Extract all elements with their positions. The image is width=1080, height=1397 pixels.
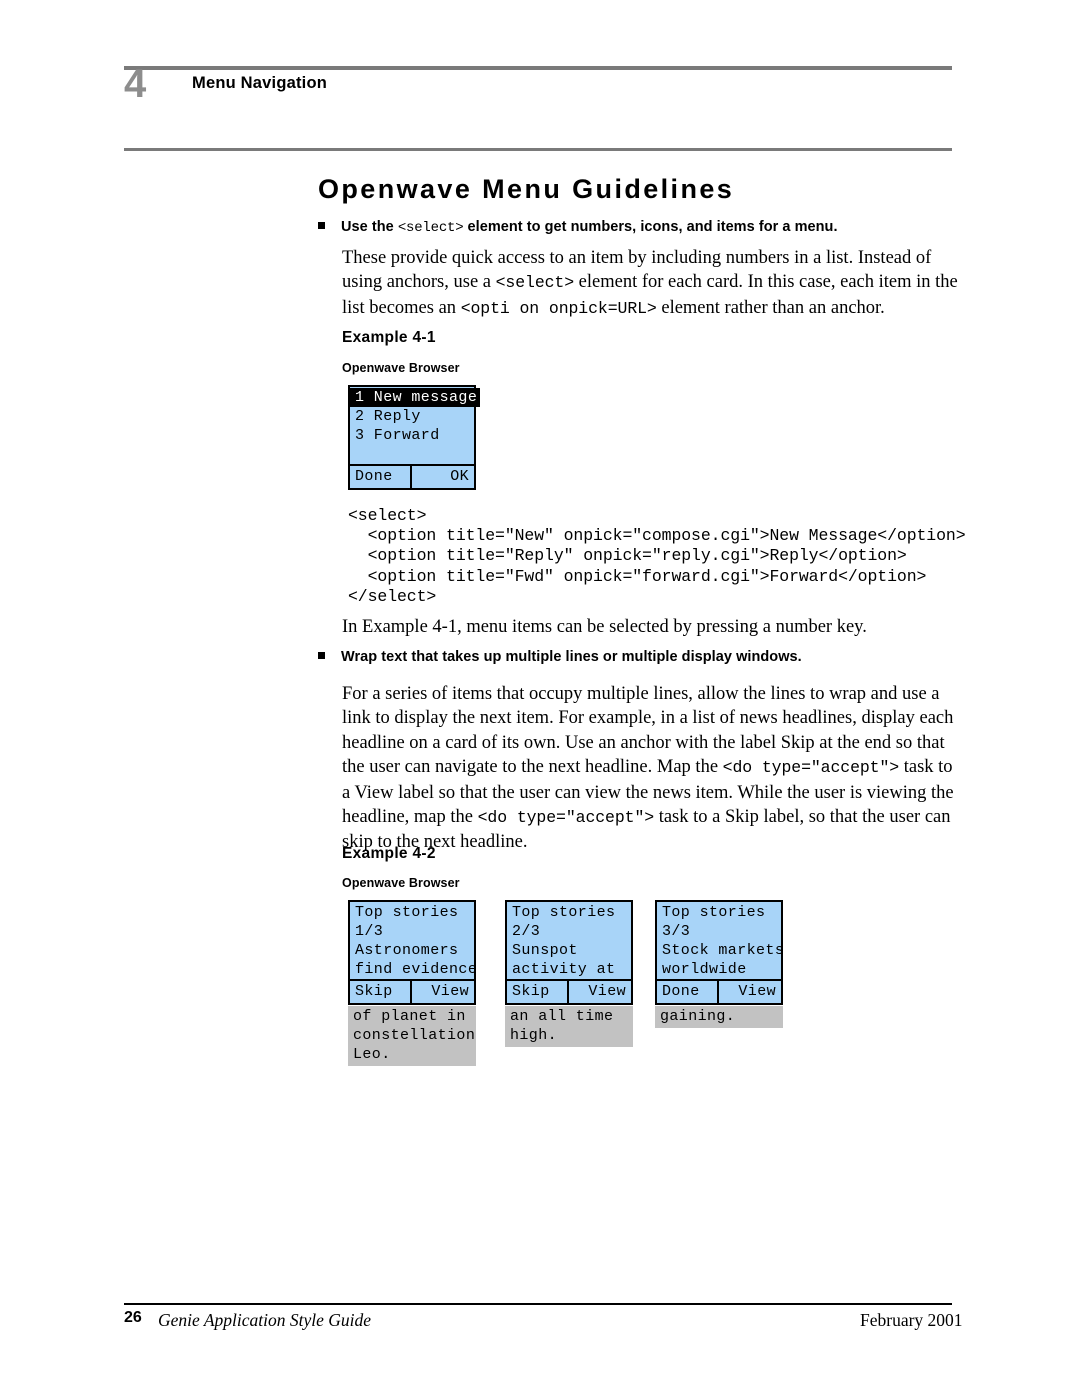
bullet-2-text: Wrap text that takes up multiple lines o… [341, 649, 802, 665]
phone-screen-body-2-2: Top stories 2/3 Sunspot activity at [507, 902, 631, 979]
continuation-box-2-3: gaining. [655, 1006, 783, 1028]
headline-line: 2/3 [512, 923, 541, 940]
chapter-number: 4 [124, 62, 147, 106]
bullet-1-code: <select> [397, 220, 464, 236]
example-4-1-caption: In Example 4-1, menu items can be select… [342, 617, 867, 637]
running-header: 4 Menu Navigation [124, 64, 952, 151]
headline-line: Stock markets [662, 942, 785, 959]
headline-line: Top stories [355, 904, 459, 921]
phone-line-row-1: 1 New message [350, 388, 481, 407]
menu-item-reply[interactable]: 2 Reply [350, 407, 474, 426]
softkey-done[interactable]: Done [350, 466, 412, 488]
document-page: 4 Menu Navigation Openwave Menu Guidelin… [0, 0, 1080, 1397]
continuation-line: constellation [353, 1027, 476, 1044]
paragraph-1-code-2: <opti on onpick=URL> [460, 298, 657, 318]
page-title: Openwave Menu Guidelines [318, 174, 735, 204]
footer-page-number: 26 [124, 1309, 142, 1326]
softkey-skip[interactable]: Skip [507, 981, 569, 1003]
bullet-square-icon [318, 222, 325, 229]
headline-line: find evidence [355, 961, 478, 978]
footer-date: February 2001 [860, 1310, 963, 1330]
headline-line: worldwide [662, 961, 747, 978]
phone-softkey-bar-2-1: Skip View [350, 979, 474, 1003]
continuation-line: Leo. [353, 1046, 391, 1063]
paragraph-1-code-1: <select> [495, 273, 575, 293]
bullet-1-text-after: element to get numbers, icons, and items… [463, 219, 838, 235]
bullet-item-1: Use the <select> element to get numbers,… [318, 219, 838, 236]
paragraph-2: For a series of items that occupy multip… [342, 682, 960, 855]
headline-line: Top stories [662, 904, 766, 921]
example-4-2-browser-label: Openwave Browser [342, 876, 460, 890]
continuation-line: high. [510, 1027, 558, 1044]
phone-screen-example-2-1: Top stories 1/3 Astronomers find evidenc… [348, 900, 478, 1005]
bullet-square-icon [318, 652, 325, 659]
phone-line-blank-1 [350, 445, 474, 464]
header-row: 4 Menu Navigation [124, 64, 952, 110]
paragraph-2-code-2: <do type="accept"> [477, 808, 655, 828]
example-4-2-label: Example 4-2 [342, 845, 436, 862]
phone-screen-body-2-3: Top stories 3/3 Stock markets worldwide [657, 902, 785, 979]
paragraph-1: These provide quick access to an item by… [342, 246, 958, 321]
softkey-ok[interactable]: OK [412, 466, 474, 488]
softkey-done[interactable]: Done [657, 981, 719, 1003]
softkey-view[interactable]: View [412, 981, 474, 1003]
bullet-1-text-before: Use the [341, 219, 398, 235]
phone-screen-body-2-1: Top stories 1/3 Astronomers find evidenc… [350, 902, 478, 979]
example-4-1-browser-label: Openwave Browser [342, 361, 460, 375]
phone-softkey-bar-2-3: Done View [657, 979, 781, 1003]
menu-item-forward[interactable]: 3 Forward [350, 426, 474, 445]
footer-rule [124, 1303, 952, 1305]
headline-line: Top stories [512, 904, 616, 921]
phone-softkey-bar-2-2: Skip View [507, 979, 631, 1003]
continuation-box-2-2: an all time high. [505, 1006, 633, 1047]
continuation-line: of planet in [353, 1008, 466, 1025]
softkey-view[interactable]: View [719, 981, 781, 1003]
softkey-skip[interactable]: Skip [350, 981, 412, 1003]
code-block-example-1: <select> <option title="New" onpick="com… [348, 506, 966, 606]
example-4-1-label: Example 4-1 [342, 329, 436, 346]
paragraph-2-code-1: <do type="accept"> [722, 758, 900, 778]
paragraph-1-part-3: element rather than an anchor. [656, 297, 885, 318]
softkey-view[interactable]: View [569, 981, 631, 1003]
phone-screen-example-2-3: Top stories 3/3 Stock markets worldwide … [655, 900, 785, 1005]
headline-line: 3/3 [662, 923, 691, 940]
bullet-item-2: Wrap text that takes up multiple lines o… [318, 649, 802, 665]
headline-line: Sunspot [512, 942, 578, 959]
headline-line: activity at [512, 961, 616, 978]
headline-line: 1/3 [355, 923, 384, 940]
chapter-title: Menu Navigation [192, 74, 328, 92]
continuation-box-2-1: of planet in constellation Leo. [348, 1006, 476, 1066]
header-rule-bottom [124, 148, 952, 151]
continuation-line: an all time [510, 1008, 614, 1025]
phone-softkey-bar-1: Done OK [350, 464, 474, 488]
phone-screen-example-1: 1 New message 2 Reply 3 Forward Done OK [348, 385, 481, 490]
phone-screen-body-1: 1 New message 2 Reply 3 Forward [350, 387, 481, 464]
phone-screen-example-2-2: Top stories 2/3 Sunspot activity at Skip… [505, 900, 633, 1005]
menu-item-new-message[interactable]: 1 New message [350, 388, 481, 407]
footer-document-title: Genie Application Style Guide [158, 1310, 372, 1330]
headline-line: Astronomers [355, 942, 459, 959]
continuation-line: gaining. [660, 1008, 736, 1025]
